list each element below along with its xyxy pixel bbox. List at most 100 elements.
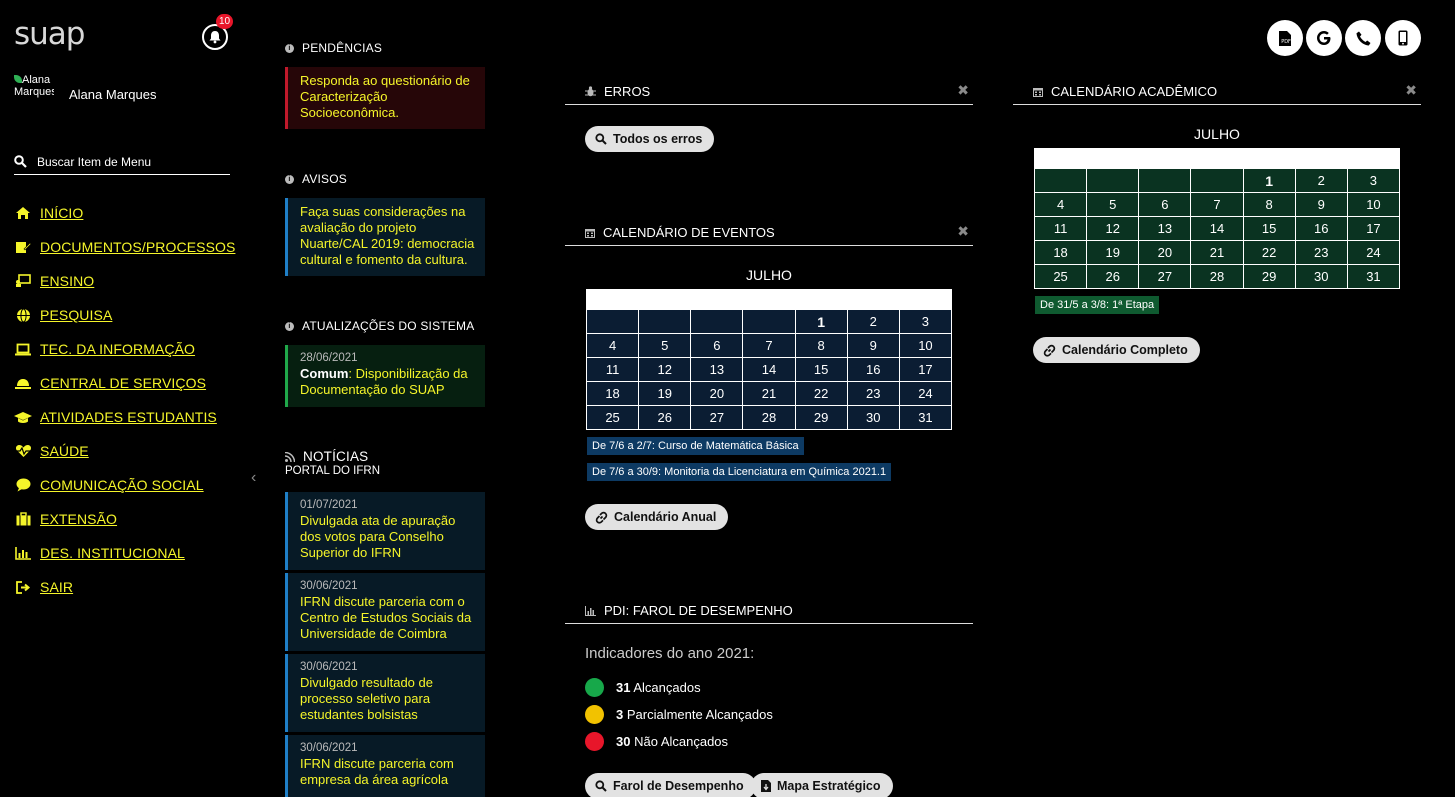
- noticia-item[interactable]: 30/06/2021 Divulgado resultado de proces…: [285, 654, 485, 732]
- close-calendario-academico-icon[interactable]: ✖: [1405, 82, 1417, 99]
- calendar-day-cell[interactable]: 8: [1242, 192, 1296, 217]
- todos-os-erros-button[interactable]: Todos os erros: [585, 126, 715, 152]
- calendar-day-cell[interactable]: 3: [898, 309, 953, 334]
- menu-link-label[interactable]: ATIVIDADES ESTUDANTIS: [40, 409, 217, 425]
- calendar-day-cell[interactable]: 16: [1294, 216, 1348, 241]
- calendar-day-cell[interactable]: 9: [1294, 192, 1348, 217]
- calendar-day-cell[interactable]: 30: [1294, 264, 1348, 289]
- menu-link-label[interactable]: INÍCIO: [40, 205, 83, 221]
- calendar-day-cell[interactable]: 28: [742, 405, 796, 430]
- calendar-day-cell[interactable]: 21: [1190, 240, 1244, 265]
- calendar-day-cell[interactable]: 20: [1138, 240, 1192, 265]
- calendar-day-cell[interactable]: 8: [794, 333, 848, 358]
- menu-item-documentos[interactable]: DOCUMENTOS/PROCESSOS: [14, 230, 235, 264]
- calendar-event-label[interactable]: De 7/6 a 2/7: Curso de Matemática Básica: [587, 437, 804, 455]
- calendar-day-cell[interactable]: 13: [690, 357, 744, 382]
- noticia-item[interactable]: 01/07/2021 Divulgada ata de apuração dos…: [285, 492, 485, 570]
- farol-desempenho-button[interactable]: Farol de Desempenho: [585, 773, 756, 797]
- menu-item-saude[interactable]: SAÚDE: [14, 434, 235, 468]
- calendar-day-cell[interactable]: 5: [1086, 192, 1140, 217]
- calendar-day-cell[interactable]: 15: [794, 357, 848, 382]
- noticia-link[interactable]: Divulgada ata de apuração dos votos para…: [300, 513, 455, 560]
- calendar-day-cell[interactable]: 10: [898, 333, 953, 358]
- calendar-day-cell[interactable]: 4: [585, 333, 640, 358]
- noticia-link[interactable]: IFRN discute parceria com empresa da áre…: [300, 756, 454, 787]
- google-button[interactable]: [1306, 20, 1342, 56]
- menu-item-ti[interactable]: TEC. DA INFORMAÇÃO: [14, 332, 235, 366]
- menu-link-label[interactable]: SAÚDE: [40, 443, 89, 459]
- menu-link-label[interactable]: PESQUISA: [40, 307, 112, 323]
- calendar-day-cell[interactable]: 26: [638, 405, 692, 430]
- calendar-day-cell[interactable]: 12: [638, 357, 692, 382]
- menu-link-label[interactable]: SAIR: [40, 579, 73, 595]
- calendar-day-cell[interactable]: 19: [638, 381, 692, 406]
- calendar-day-cell[interactable]: 24: [898, 381, 953, 406]
- atualizacao-item[interactable]: 28/06/2021 Comum: Disponibilização da Do…: [285, 345, 485, 407]
- calendar-day-cell[interactable]: 5: [638, 333, 692, 358]
- mobile-button[interactable]: [1385, 20, 1421, 56]
- calendar-day-cell[interactable]: 30: [846, 405, 900, 430]
- calendar-day-cell[interactable]: 6: [690, 333, 744, 358]
- menu-search-input[interactable]: Buscar Item de Menu: [14, 149, 230, 175]
- pendencia-item[interactable]: Responda ao questionário de Caracterizaç…: [285, 67, 485, 129]
- calendar-day-cell[interactable]: 17: [1346, 216, 1401, 241]
- menu-item-ensino[interactable]: ENSINO: [14, 264, 235, 298]
- collapse-sidebar-chevron-icon[interactable]: ‹: [251, 469, 256, 487]
- calendar-day-cell[interactable]: 2: [1294, 168, 1348, 193]
- calendar-day-cell[interactable]: 18: [585, 381, 640, 406]
- calendar-day-cell[interactable]: 6: [1138, 192, 1192, 217]
- calendar-day-cell[interactable]: 14: [1190, 216, 1244, 241]
- calendar-day-cell[interactable]: 3: [1346, 168, 1401, 193]
- menu-item-des-institucional[interactable]: DES. INSTITUCIONAL: [14, 536, 235, 570]
- calendar-day-cell[interactable]: 23: [1294, 240, 1348, 265]
- menu-link-label[interactable]: TEC. DA INFORMAÇÃO: [40, 341, 195, 357]
- calendario-anual-button[interactable]: Calendário Anual: [585, 504, 729, 530]
- noticia-link[interactable]: Divulgado resultado de processo seletivo…: [300, 675, 433, 722]
- calendar-day-cell[interactable]: 25: [1033, 264, 1088, 289]
- calendar-day-cell[interactable]: 9: [846, 333, 900, 358]
- calendar-day-cell[interactable]: 22: [794, 381, 848, 406]
- menu-item-pesquisa[interactable]: PESQUISA: [14, 298, 235, 332]
- calendar-day-cell[interactable]: 15: [1242, 216, 1296, 241]
- calendar-day-cell[interactable]: 4: [1033, 192, 1088, 217]
- close-erros-icon[interactable]: ✖: [957, 82, 969, 99]
- menu-item-inicio[interactable]: INÍCIO: [14, 196, 235, 230]
- calendar-day-cell[interactable]: 7: [1190, 192, 1244, 217]
- menu-item-sair[interactable]: SAIR: [14, 570, 235, 604]
- calendar-event-label[interactable]: De 31/5 a 3/8: 1ª Etapa: [1035, 296, 1160, 314]
- calendar-day-cell[interactable]: 29: [1242, 264, 1296, 289]
- calendar-day-cell[interactable]: 24: [1346, 240, 1401, 265]
- avatar[interactable]: Alana Marques: [14, 74, 54, 102]
- calendario-completo-button[interactable]: Calendário Completo: [1033, 337, 1200, 363]
- menu-link-label[interactable]: EXTENSÃO: [40, 511, 117, 527]
- calendar-day-cell[interactable]: 14: [742, 357, 796, 382]
- menu-item-central-servicos[interactable]: CENTRAL DE SERVIÇOS: [14, 366, 235, 400]
- calendar-day-cell[interactable]: 31: [898, 405, 953, 430]
- calendar-day-cell[interactable]: 12: [1086, 216, 1140, 241]
- aviso-item[interactable]: Faça suas considerações na avaliação do …: [285, 198, 485, 276]
- calendar-day-cell[interactable]: 16: [846, 357, 900, 382]
- calendar-day-cell[interactable]: 1: [794, 309, 848, 334]
- calendar-day-cell[interactable]: 22: [1242, 240, 1296, 265]
- calendar-day-cell[interactable]: 20: [690, 381, 744, 406]
- noticia-item[interactable]: 30/06/2021 IFRN discute parceria com o C…: [285, 573, 485, 651]
- menu-item-comunicacao[interactable]: COMUNICAÇÃO SOCIAL: [14, 468, 235, 502]
- calendar-day-cell[interactable]: 13: [1138, 216, 1192, 241]
- calendar-day-cell[interactable]: 10: [1346, 192, 1401, 217]
- pdf-button[interactable]: PDF: [1267, 20, 1303, 56]
- calendar-day-cell[interactable]: 18: [1033, 240, 1088, 265]
- calendar-event-label[interactable]: De 7/6 a 30/9: Monitoria da Licenciatura…: [587, 463, 892, 481]
- calendar-day-cell[interactable]: 26: [1086, 264, 1140, 289]
- calendar-day-cell[interactable]: 31: [1346, 264, 1401, 289]
- calendar-day-cell[interactable]: 27: [1138, 264, 1192, 289]
- calendar-day-cell[interactable]: 11: [585, 357, 640, 382]
- menu-item-extensao[interactable]: EXTENSÃO: [14, 502, 235, 536]
- noticia-link[interactable]: IFRN discute parceria com o Centro de Es…: [300, 594, 471, 641]
- menu-link-label[interactable]: DOCUMENTOS/PROCESSOS: [40, 239, 235, 255]
- calendar-day-cell[interactable]: 19: [1086, 240, 1140, 265]
- calendar-day-cell[interactable]: 11: [1033, 216, 1088, 241]
- menu-link-label[interactable]: COMUNICAÇÃO SOCIAL: [40, 477, 204, 493]
- calendar-day-cell[interactable]: 28: [1190, 264, 1244, 289]
- calendar-day-cell[interactable]: 25: [585, 405, 640, 430]
- calendar-day-cell[interactable]: 17: [898, 357, 953, 382]
